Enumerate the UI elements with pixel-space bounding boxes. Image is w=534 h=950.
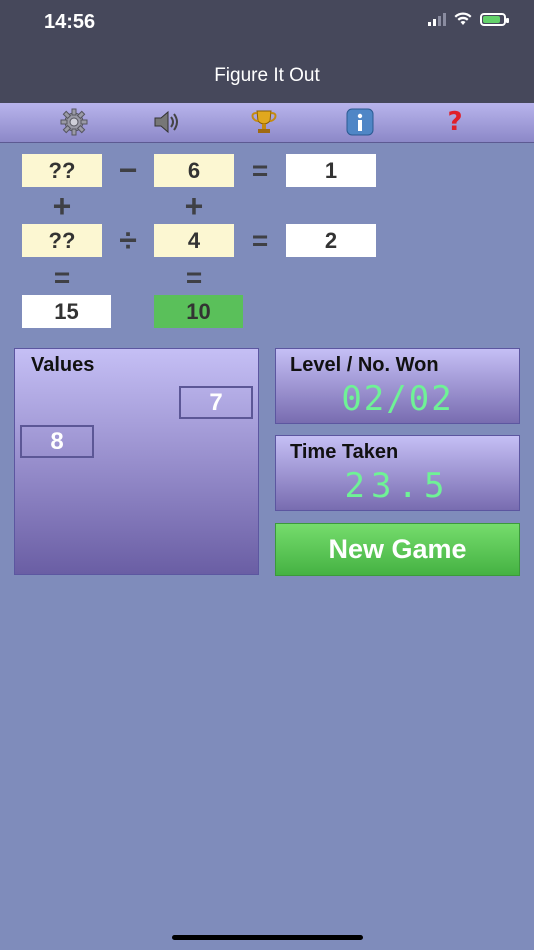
puzzle-cell-unknown[interactable]: ?? — [22, 224, 102, 257]
puzzle-cell-unknown[interactable]: ?? — [22, 154, 102, 187]
puzzle-cell-given: 4 — [154, 224, 234, 257]
puzzle-cell-given: 6 — [154, 154, 234, 187]
cellular-signal-icon — [428, 12, 446, 26]
help-button[interactable]: ? — [439, 107, 471, 137]
speaker-icon — [154, 110, 178, 134]
value-tile[interactable]: 8 — [20, 425, 94, 458]
minus-operator: − — [118, 151, 138, 188]
battery-icon — [480, 12, 509, 26]
equals-operator: = — [53, 262, 71, 293]
level-box: Level / No. Won 02/02 — [275, 348, 520, 424]
trophy-icon — [251, 110, 277, 133]
page-title: Figure It Out — [214, 65, 320, 86]
values-panel: Values 7 8 — [14, 348, 259, 575]
status-icons — [428, 12, 509, 26]
time-box: Time Taken 23.5 — [275, 435, 520, 511]
plus-operator: + — [184, 187, 204, 224]
equals-operator: = — [251, 155, 269, 186]
status-time: 14:56 — [44, 11, 96, 33]
new-game-button[interactable]: New Game — [275, 523, 520, 576]
status-bar: 14:56 — [0, 0, 534, 50]
wifi-icon — [454, 12, 472, 25]
time-label: Time Taken — [290, 441, 399, 463]
nav-bar: Figure It Out — [0, 50, 534, 103]
sound-button[interactable] — [151, 107, 183, 137]
info-button[interactable] — [344, 107, 376, 137]
divide-operator: ÷ — [119, 221, 137, 258]
row-result: 1 — [286, 154, 376, 187]
values-title: Values — [31, 354, 95, 376]
column-result-correct: 10 — [154, 295, 243, 328]
gear-icon — [60, 108, 88, 136]
trophy-button[interactable] — [248, 107, 280, 137]
info-icon — [346, 108, 374, 136]
plus-operator: + — [52, 187, 72, 224]
row-result: 2 — [286, 224, 376, 257]
help-icon: ? — [447, 107, 463, 137]
settings-button[interactable] — [58, 107, 90, 137]
level-value: 02/02 — [341, 379, 454, 419]
equals-operator: = — [251, 225, 269, 256]
toolbar: ? — [0, 103, 534, 143]
column-result: 15 — [22, 295, 111, 328]
level-label: Level / No. Won — [290, 354, 439, 376]
value-tile[interactable]: 7 — [179, 386, 253, 419]
home-indicator[interactable] — [172, 935, 363, 940]
time-value: 23.5 — [344, 466, 451, 506]
equals-operator: = — [185, 262, 203, 293]
